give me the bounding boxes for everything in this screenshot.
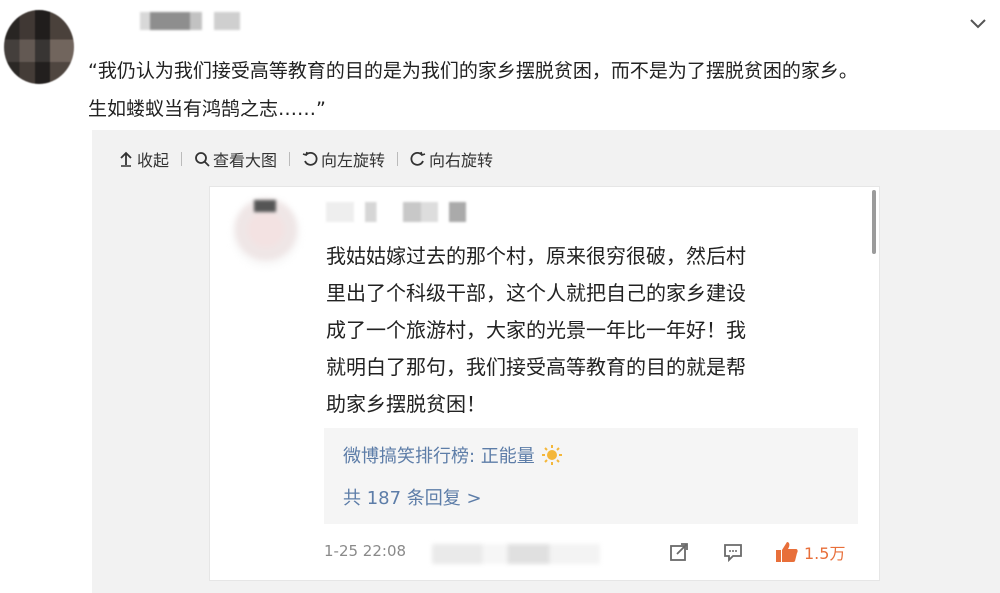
post-text-line: 生如蝼蚁当有鸿鹄之志……”	[88, 98, 326, 120]
post-text: “我仍认为我们接受高等教育的目的是为我们的家乡摆脱贫困，而不是为了摆脱贫困的家乡…	[88, 52, 968, 128]
card-avatar-redacted-mark	[254, 200, 276, 212]
image-toolbar: 收起 查看大图 向左旋转 向右旋转	[118, 146, 493, 172]
sun-emoji-icon	[541, 445, 562, 465]
poster-avatar[interactable]	[4, 10, 74, 84]
view-large-label: 查看大图	[213, 151, 278, 170]
comment-timestamp: 1-25 22:08	[324, 542, 407, 560]
poster-username-redacted	[140, 12, 240, 30]
footer-redacted	[432, 544, 600, 564]
card-comment-text: 我姑姑嫁过去的那个村，原来很穷很破，然后村 里出了个科级干部，这个人就把自己的家…	[326, 238, 856, 423]
reply-source-label: 微博搞笑排行榜: 正能量	[343, 446, 535, 467]
card-text-line: 助家乡摆脱贫困！	[326, 392, 486, 416]
rotate-left-label: 向左旋转	[321, 151, 386, 170]
view-replies-link[interactable]: 共 187 条回复 >	[343, 484, 482, 510]
scrollbar[interactable]	[872, 190, 876, 254]
comment-icon[interactable]	[722, 541, 744, 563]
toolbar-divider	[181, 152, 183, 166]
rotate-right-button[interactable]: 向右旋转	[410, 147, 493, 171]
post-text-line: “我仍认为我们接受高等教育的目的是为我们的家乡摆脱贫困，而不是为了摆脱贫困的家乡…	[88, 60, 858, 82]
collapse-label: 收起	[137, 151, 170, 170]
view-large-button[interactable]: 查看大图	[194, 147, 277, 171]
card-text-line: 我姑姑嫁过去的那个村，原来很穷很破，然后村	[326, 244, 746, 268]
card-text-line: 就明白了那句，我们接受高等教育的目的就是帮	[326, 355, 746, 379]
share-icon[interactable]	[668, 541, 690, 563]
rotate-right-icon	[410, 151, 426, 166]
arrow-up-icon	[120, 151, 132, 167]
like-button[interactable]: 1.5万	[774, 539, 845, 565]
rotate-left-button[interactable]: 向左旋转	[302, 147, 385, 171]
card-text-line: 里出了个科级干部，这个人就把自己的家乡建设	[326, 281, 746, 305]
card-username-redacted	[326, 202, 466, 222]
card-text-line: 成了一个旅游村，大家的光景一年比一年好！我	[326, 318, 746, 342]
toolbar-divider	[397, 152, 399, 166]
toolbar-divider	[289, 152, 291, 166]
like-count: 1.5万	[804, 544, 846, 563]
collapse-button[interactable]: 收起	[118, 147, 169, 171]
magnifier-icon	[195, 152, 210, 167]
rotate-right-label: 向右旋转	[429, 151, 494, 170]
thumbs-up-icon	[776, 542, 798, 562]
rotate-left-icon	[302, 151, 318, 166]
chevron-down-icon[interactable]	[965, 12, 991, 38]
reply-source[interactable]: 微博搞笑排行榜: 正能量	[343, 442, 563, 468]
